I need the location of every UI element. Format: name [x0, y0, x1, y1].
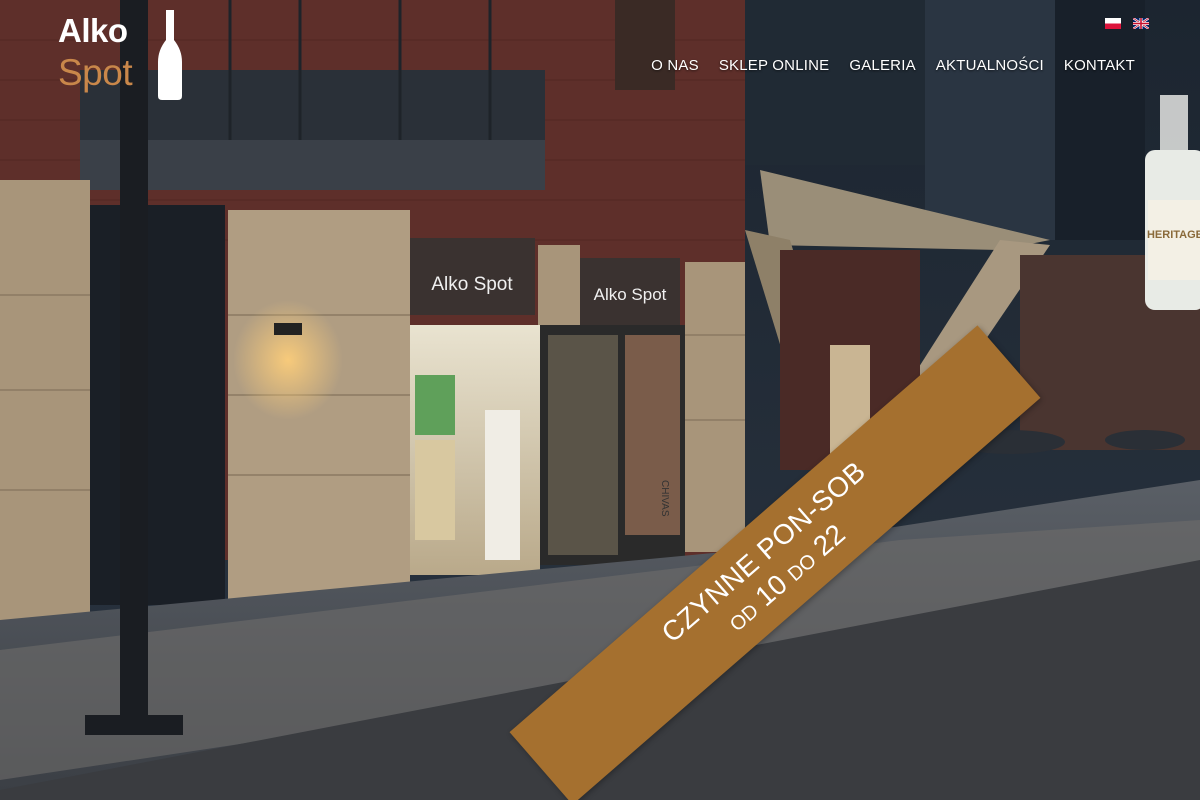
- storefront-label: CHIVAS: [659, 480, 670, 517]
- nav-item-sklep-online[interactable]: SKLEP ONLINE: [709, 57, 840, 74]
- flag-poland-icon[interactable]: [1105, 18, 1121, 29]
- nav-item-kontakt[interactable]: KONTAKT: [1054, 57, 1145, 74]
- hours-do-label: DO: [783, 549, 821, 586]
- shop-sign-left: Alko Spot: [431, 274, 513, 295]
- bottle-label: HERITAGE: [1147, 229, 1200, 241]
- logo-word-alko: Alko: [58, 12, 128, 49]
- nav-item-o-nas[interactable]: O NAS: [641, 57, 709, 74]
- flag-uk-icon[interactable]: [1133, 18, 1149, 29]
- nav-item-aktualnosci[interactable]: AKTUALNOŚCI: [926, 57, 1054, 74]
- site-logo[interactable]: Alko Spot: [58, 10, 188, 100]
- logo-word-spot: Spot: [58, 52, 133, 93]
- shop-sign-right: Alko Spot: [594, 285, 667, 304]
- nav-item-galeria[interactable]: GALERIA: [839, 57, 925, 74]
- language-switcher: [1105, 18, 1149, 29]
- bottle-icon: [158, 10, 182, 100]
- main-navigation: O NAS SKLEP ONLINE GALERIA AKTUALNOŚCI K…: [641, 57, 1145, 74]
- hours-od-label: OD: [725, 599, 764, 637]
